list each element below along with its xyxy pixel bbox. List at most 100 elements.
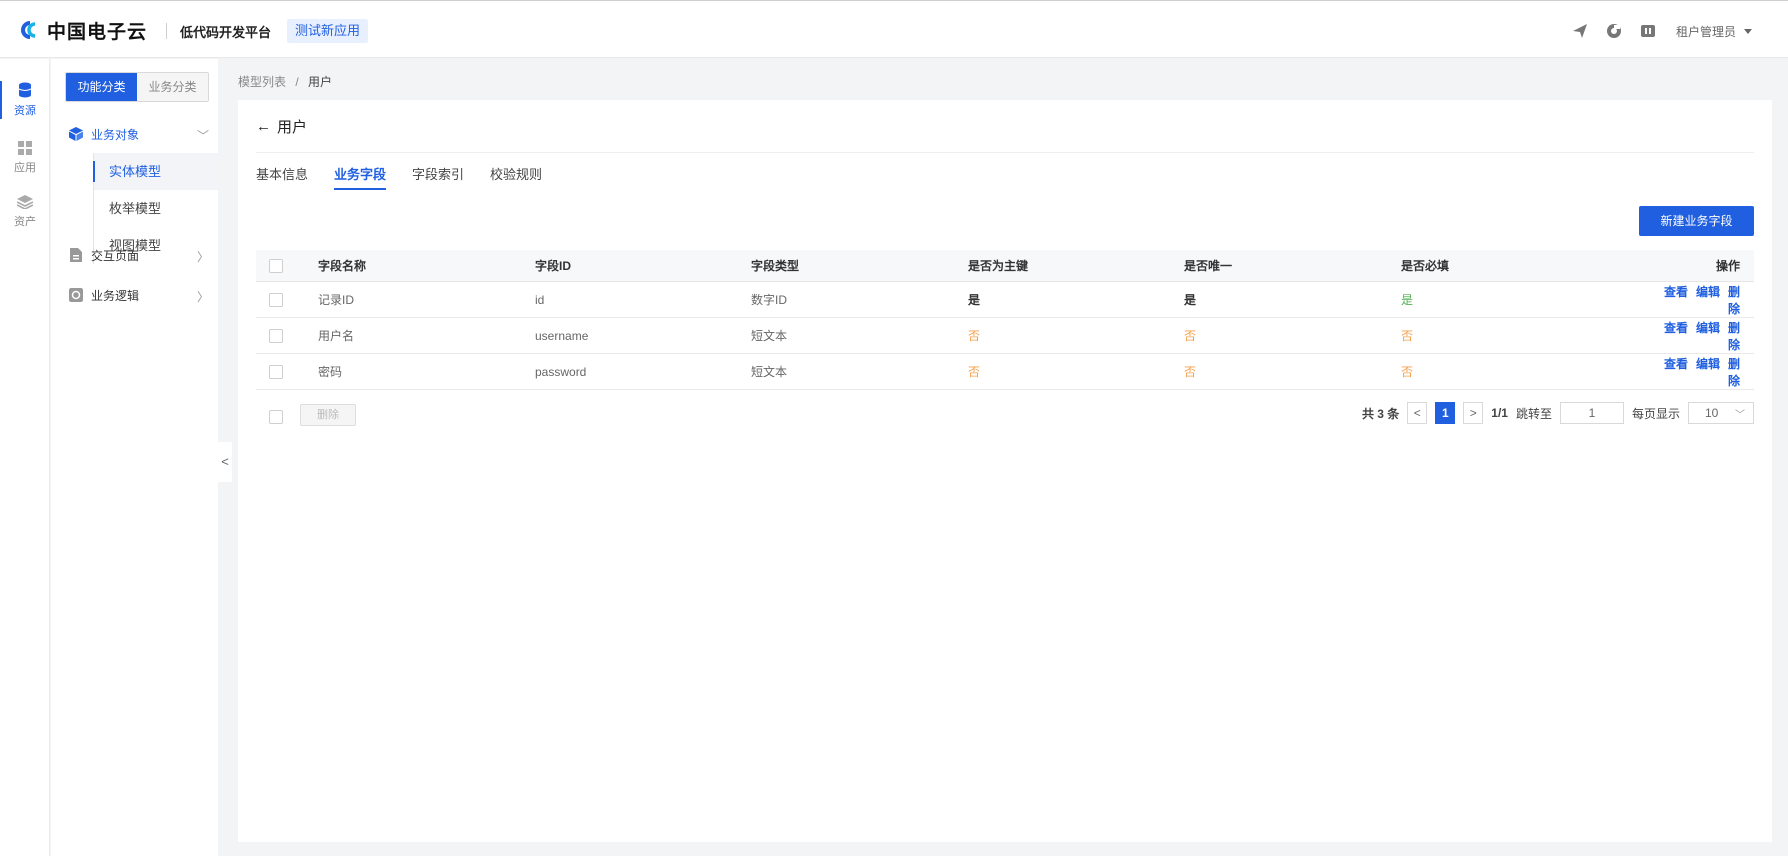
group-business-logic[interactable]: 业务逻辑 〉 (69, 285, 209, 305)
cell-field-type: 短文本 (751, 329, 788, 343)
fields-table: 字段名称 字段ID 字段类型 是否为主键 是否唯一 是否必填 操作 记录ID i… (256, 250, 1754, 390)
database-icon (18, 82, 32, 98)
main-panel: ← 用户 基本信息 业务字段 字段索引 校验规则 新建业务字段 字段名称 字段I… (238, 100, 1772, 842)
row-select-cell (256, 364, 318, 379)
back-link[interactable]: ← 用户 (256, 116, 307, 137)
layers-icon (17, 195, 33, 209)
cell-required: 否 (1401, 365, 1414, 379)
left-rail: 资源 应用 资产 (0, 59, 50, 856)
chevron-down-icon: ﹀ (1735, 409, 1745, 421)
current-page-button[interactable]: 1 (1435, 402, 1456, 424)
subitem-entity-model[interactable]: 实体模型 (93, 153, 218, 190)
new-field-button[interactable]: 新建业务字段 (1639, 206, 1754, 236)
back-arrow-icon: ← (256, 118, 271, 135)
prev-page-button[interactable]: < (1407, 402, 1428, 424)
next-page-button[interactable]: > (1463, 402, 1484, 424)
delete-link[interactable]: 删除 (1728, 357, 1740, 388)
select-all-checkbox[interactable] (269, 258, 283, 273)
logo-text: 中国电子云 (47, 21, 148, 43)
breadcrumb-parent[interactable]: 模型列表 (238, 75, 286, 89)
view-link[interactable]: 查看 (1664, 357, 1688, 371)
group-business-objects[interactable]: 业务对象 ﹀ (69, 124, 209, 144)
divider (256, 152, 1754, 153)
category-switch: 功能分类 业务分类 (65, 72, 209, 102)
secondary-nav: 功能分类 业务分类 业务对象 ﹀ 实体模型 枚举模型 视图模型 交互页面 〉 业… (51, 59, 218, 856)
view-link[interactable]: 查看 (1664, 321, 1688, 335)
group-label: 业务逻辑 (91, 288, 140, 303)
cell-required: 否 (1401, 329, 1414, 343)
jump-page-input[interactable]: 1 (1559, 402, 1624, 424)
box-icon[interactable] (1638, 21, 1658, 41)
row-checkbox[interactable] (269, 328, 283, 343)
edit-link[interactable]: 编辑 (1696, 357, 1720, 371)
app-switcher[interactable]: 测试新应用 (287, 19, 369, 43)
tab-validation-rules[interactable]: 校验规则 (490, 164, 542, 194)
page-size-select[interactable]: 10 ﹀ (1688, 402, 1754, 424)
page-title: 用户 (277, 119, 308, 136)
row-actions: 查看 编辑 删除 (1654, 283, 1754, 317)
tabs: 基本信息 业务字段 字段索引 校验规则 (256, 164, 542, 194)
edit-link[interactable]: 编辑 (1696, 285, 1720, 299)
batch-delete-button[interactable]: 删除 (300, 404, 356, 426)
cell-field-name: 用户名 (318, 329, 355, 343)
send-icon[interactable] (1570, 21, 1590, 41)
select-all-cell (256, 258, 318, 273)
rail-item-label: 资产 (14, 216, 36, 228)
cell-field-id: username (535, 328, 589, 343)
chevron-down-icon: ﹀ (196, 129, 209, 143)
logo-mark-icon (18, 20, 42, 40)
header-primary-key: 是否为主键 (968, 259, 1029, 273)
page-size-value: 10 (1705, 406, 1719, 420)
tab-business-fields[interactable]: 业务字段 (334, 164, 387, 194)
footer-select-checkbox[interactable] (269, 410, 283, 424)
cell-required: 是 (1401, 293, 1414, 307)
grid-icon (18, 141, 32, 155)
group-interactive-pages[interactable]: 交互页面 〉 (69, 245, 209, 265)
view-link[interactable]: 查看 (1664, 285, 1688, 299)
chevron-right-icon: 〉 (196, 290, 209, 304)
row-actions: 查看 编辑 删除 (1654, 355, 1754, 389)
settings-circle-icon[interactable] (1604, 21, 1624, 41)
delete-link[interactable]: 删除 (1728, 321, 1740, 352)
caret-down-icon (1744, 29, 1752, 34)
rail-item-apps[interactable]: 应用 (0, 131, 50, 185)
pagination: 共 3 条 < 1 > 1/1 跳转至 1 每页显示 10 ﹀ (1362, 402, 1754, 424)
cell-field-type: 数字ID (751, 293, 788, 307)
page-icon (70, 248, 82, 262)
cell-primary-key: 否 (968, 365, 981, 379)
chevron-right-icon: 〉 (196, 250, 209, 264)
cell-field-name: 记录ID (318, 293, 355, 307)
row-select-cell (256, 328, 318, 343)
seg-business-category[interactable]: 业务分类 (137, 73, 208, 101)
header-field-name: 字段名称 (318, 259, 367, 273)
group-label: 业务对象 (91, 127, 140, 142)
cell-unique: 是 (1184, 293, 1197, 307)
group-label: 交互页面 (91, 248, 140, 263)
breadcrumb-separator: / (295, 75, 299, 89)
delete-link[interactable]: 删除 (1728, 285, 1740, 316)
jump-label: 跳转至 (1515, 406, 1552, 421)
rail-item-resources[interactable]: 资源 (0, 73, 50, 127)
page-indicator: 1/1 (1491, 406, 1508, 420)
header-field-id: 字段ID (535, 259, 572, 273)
seg-function-category[interactable]: 功能分类 (66, 73, 137, 101)
rail-item-assets[interactable]: 资产 (0, 185, 50, 239)
cell-field-type: 短文本 (751, 365, 788, 379)
subitem-enum-model[interactable]: 枚举模型 (94, 190, 218, 227)
row-checkbox[interactable] (269, 292, 283, 307)
table-row: 记录ID id 数字ID 是 是 是 查看 编辑 删除 (256, 282, 1754, 318)
cell-primary-key: 是 (968, 293, 981, 307)
tab-basic-info[interactable]: 基本信息 (256, 164, 308, 194)
breadcrumb: 模型列表 / 用户 (238, 73, 332, 90)
header-toolbar (1570, 21, 1658, 41)
row-checkbox[interactable] (269, 364, 283, 379)
breadcrumb-current: 用户 (308, 75, 333, 89)
user-menu[interactable]: 租户管理员 (1676, 23, 1752, 40)
logo[interactable]: 中国电子云 (18, 18, 148, 43)
edit-link[interactable]: 编辑 (1696, 321, 1720, 335)
cell-primary-key: 否 (968, 329, 981, 343)
collapse-sidebar-button[interactable]: < (218, 442, 232, 482)
rail-item-label: 资源 (14, 105, 36, 117)
cell-field-id: id (535, 292, 545, 307)
tab-field-index[interactable]: 字段索引 (412, 164, 464, 194)
